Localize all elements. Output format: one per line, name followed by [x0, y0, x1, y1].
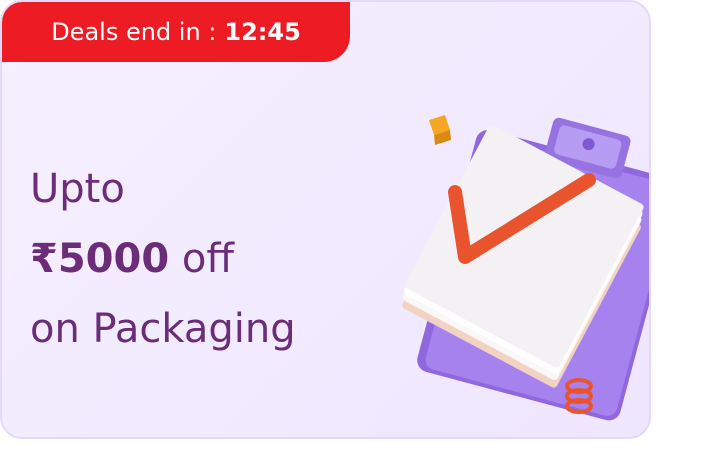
offer-line-upto: Upto	[30, 166, 125, 212]
deal-timer-value: 12:45	[224, 18, 301, 46]
cube-icon	[429, 115, 451, 145]
offer-amount-suffix: off	[181, 236, 234, 282]
offer-line-amount: ₹5000 off	[30, 224, 296, 294]
offer-card[interactable]: Deals end in : 12:45 Upto ₹5000 off on P…	[0, 0, 651, 439]
clipboard-checklist-icon	[402, 115, 649, 421]
offer-line-category: on Packaging	[30, 306, 296, 352]
deal-timer-label: Deals end in :	[51, 18, 217, 46]
offer-amount: ₹5000	[30, 236, 170, 282]
deal-timer-badge: Deals end in : 12:45	[2, 2, 350, 62]
offer-headline: Upto ₹5000 off on Packaging	[30, 154, 296, 364]
